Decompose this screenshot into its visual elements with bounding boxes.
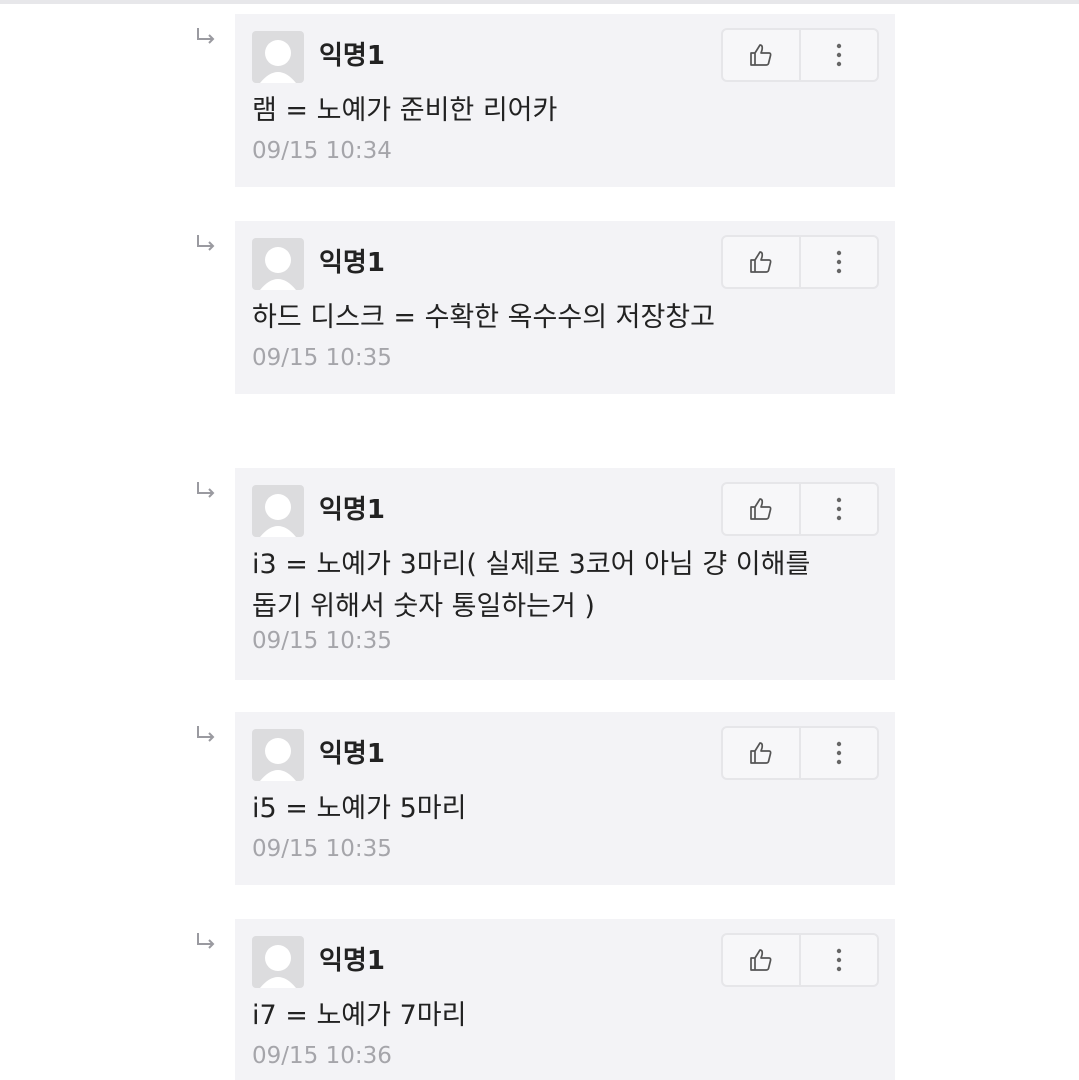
comment-author: 익명1: [319, 41, 385, 71]
more-vertical-icon: [836, 497, 842, 521]
reply-arrow-icon: [197, 726, 215, 742]
comment-text: i7 = 노예가 7마리: [252, 1000, 467, 1031]
comment-author: 익명1: [319, 739, 385, 769]
reply-arrow-icon: [197, 933, 215, 949]
more-vertical-icon: [836, 250, 842, 274]
more-button[interactable]: [799, 484, 877, 534]
default-avatar-icon: [260, 494, 296, 537]
comment-text: 하드 디스크 = 수확한 옥수수의 저장창고: [252, 302, 715, 333]
more-button[interactable]: [799, 935, 877, 985]
comment-timestamp: 09/15 10:35: [252, 836, 392, 862]
comment-actions: [721, 482, 879, 536]
comment-text: i3 = 노예가 3마리( 실제로 3코어 아님 걍 이해를 돕기 위해서 숫자…: [252, 549, 811, 622]
reply-arrow-icon: [197, 482, 215, 498]
more-button[interactable]: [799, 30, 877, 80]
comment-timestamp: 09/15 10:34: [252, 138, 392, 164]
thumbs-up-icon: [750, 742, 772, 764]
reply-comment: 익명1 i3 = 노예가 3마리( 실제로 3코어 아님 걍 이해를 돕기 위해…: [197, 468, 895, 680]
comment-text: i5 = 노예가 5마리: [252, 793, 467, 824]
reply-arrow-icon: [197, 235, 215, 251]
more-button[interactable]: [799, 237, 877, 287]
default-avatar-icon: [260, 945, 296, 988]
avatar: [252, 936, 304, 988]
reply-comment: 익명1 i7 = 노예가 7마리 09/15 10:36: [197, 919, 895, 1080]
default-avatar-icon: [260, 40, 296, 83]
comment-actions: [721, 933, 879, 987]
reply-comment: 익명1 i5 = 노예가 5마리 09/15 10:35: [197, 712, 895, 885]
avatar: [252, 31, 304, 83]
like-button[interactable]: [723, 935, 799, 985]
comment-timestamp: 09/15 10:35: [252, 345, 392, 371]
thumbs-up-icon: [750, 44, 772, 66]
like-button[interactable]: [723, 728, 799, 778]
thumbs-up-icon: [750, 498, 772, 520]
comment-actions: [721, 235, 879, 289]
comment-author: 익명1: [319, 495, 385, 525]
comment-actions: [721, 726, 879, 780]
avatar: [252, 485, 304, 537]
more-vertical-icon: [836, 43, 842, 67]
reply-comment: 익명1 램 = 노예가 준비한 리어카 09/15 10:34: [197, 14, 895, 187]
more-vertical-icon: [836, 948, 842, 972]
thumbs-up-icon: [750, 251, 772, 273]
like-button[interactable]: [723, 30, 799, 80]
comment-author: 익명1: [319, 248, 385, 278]
more-button[interactable]: [799, 728, 877, 778]
thumbs-up-icon: [750, 949, 772, 971]
reply-arrow-icon: [197, 28, 215, 44]
comment-author: 익명1: [319, 946, 385, 976]
like-button[interactable]: [723, 484, 799, 534]
comment-timestamp: 09/15 10:36: [252, 1043, 392, 1069]
more-vertical-icon: [836, 741, 842, 765]
default-avatar-icon: [260, 247, 296, 290]
reply-comment: 익명1 하드 디스크 = 수확한 옥수수의 저장창고 09/15 10:35: [197, 221, 895, 394]
default-avatar-icon: [260, 738, 296, 781]
like-button[interactable]: [723, 237, 799, 287]
top-divider: [0, 0, 1079, 4]
avatar: [252, 729, 304, 781]
avatar: [252, 238, 304, 290]
comment-text: 램 = 노예가 준비한 리어카: [252, 95, 558, 126]
comment-timestamp: 09/15 10:35: [252, 628, 392, 654]
comment-actions: [721, 28, 879, 82]
